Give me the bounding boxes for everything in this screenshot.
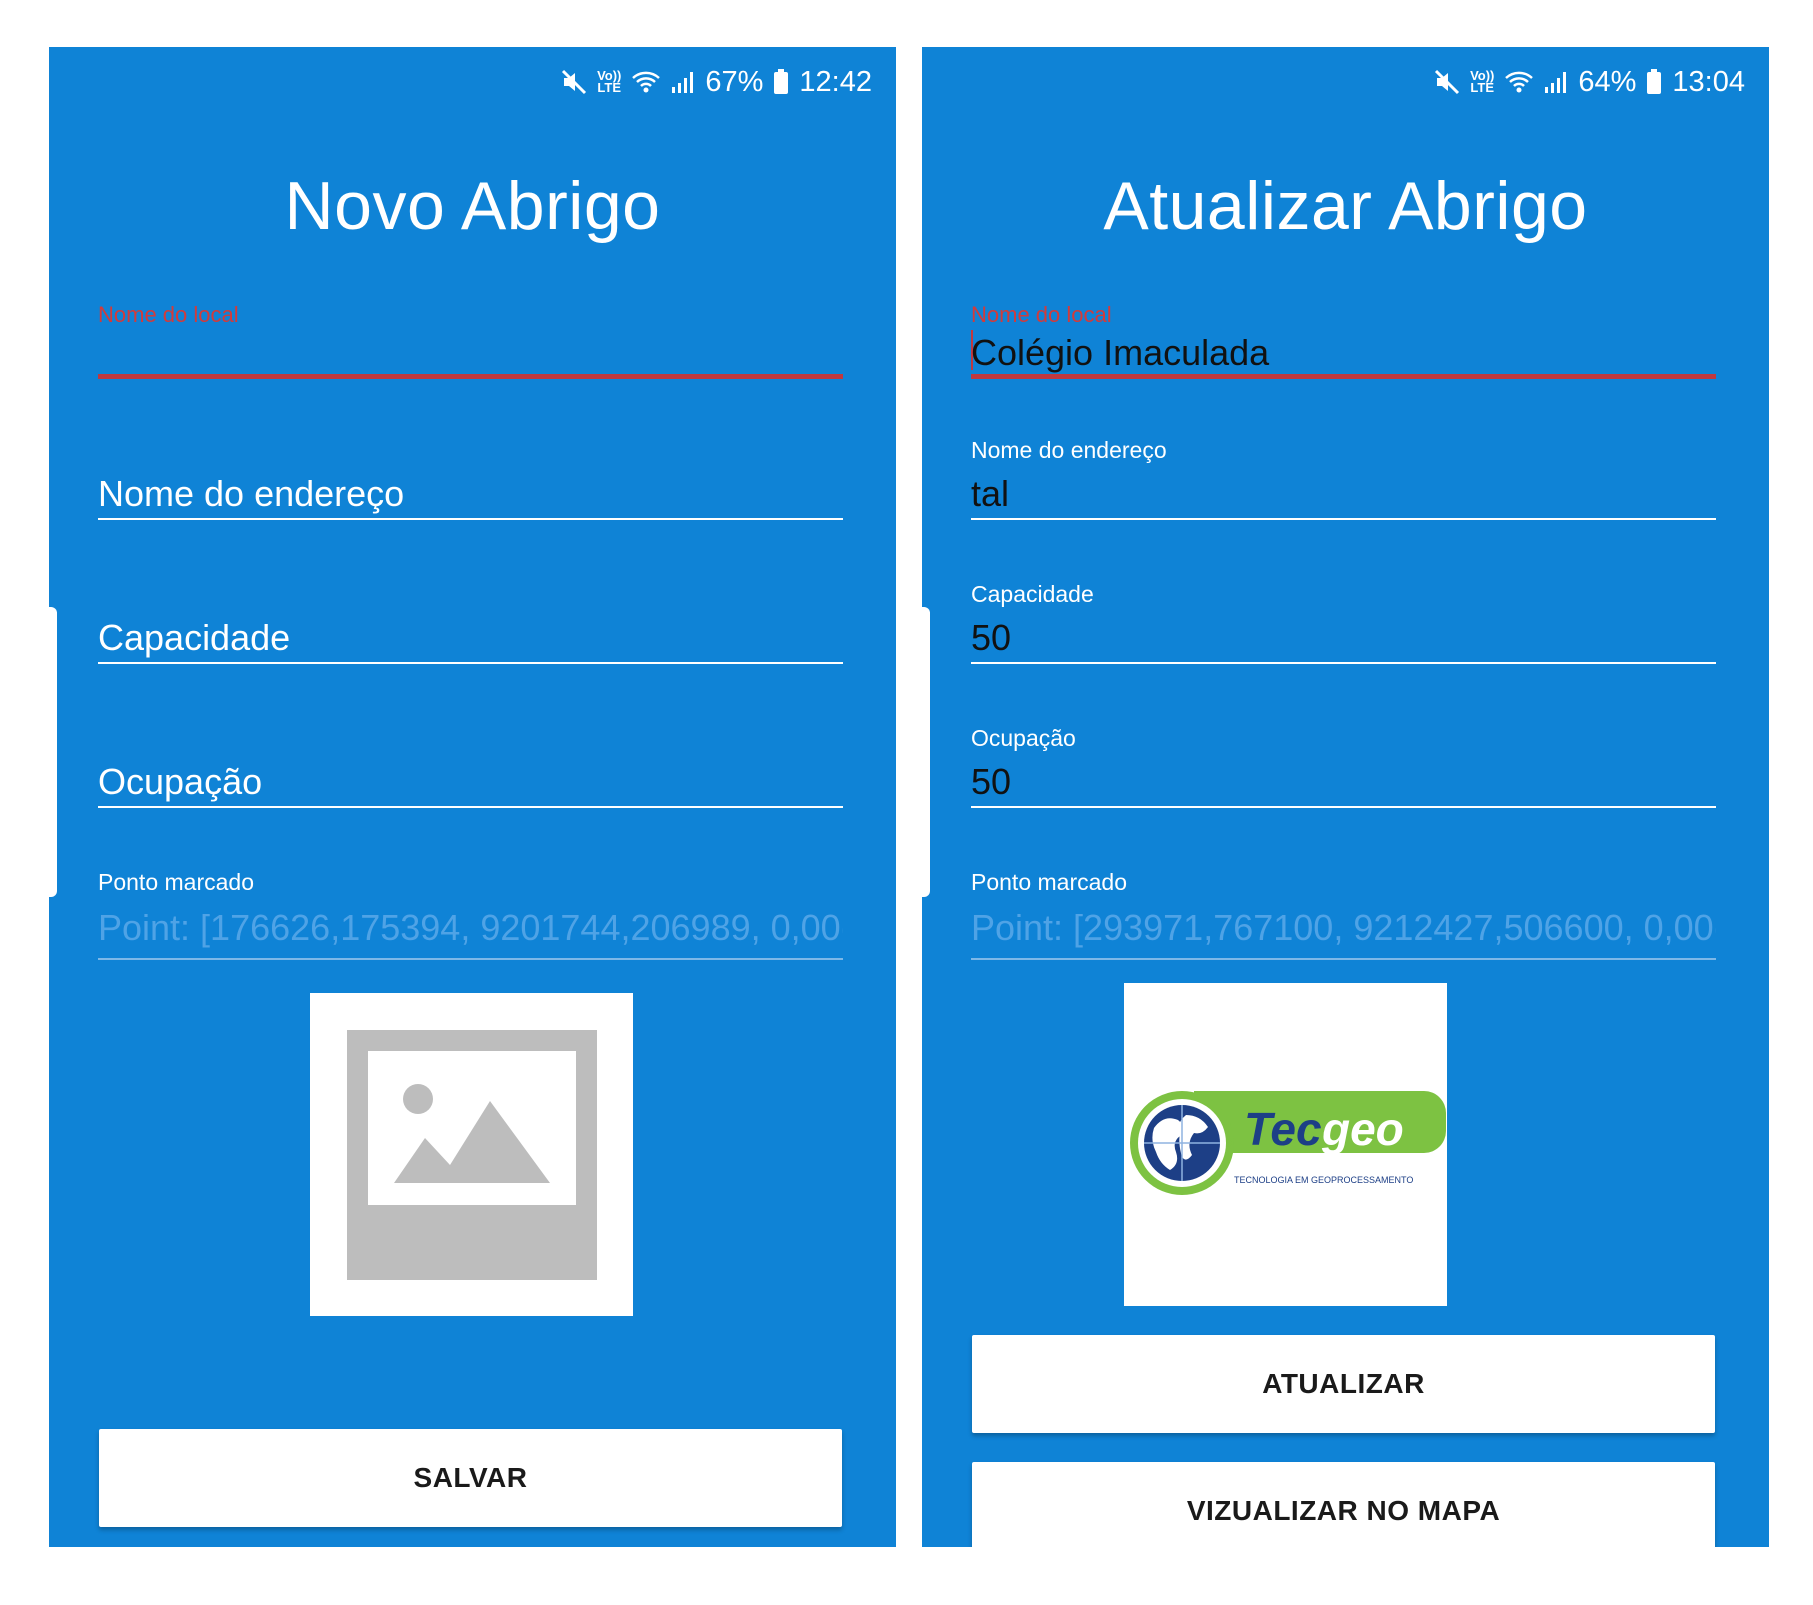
address-name-label: Nome do endereço — [971, 437, 1167, 463]
tecgeo-logo: Tec geo TECNOLOGIA EM GEOPROCESSAMENTO — [1124, 1091, 1447, 1310]
address-name-placeholder: Nome do endereço — [98, 473, 405, 514]
clock: 13:04 — [1672, 65, 1745, 98]
address-name-input[interactable]: Nome do endereço tal — [971, 437, 1716, 522]
battery-icon — [1646, 69, 1662, 95]
occupancy-underline — [971, 806, 1716, 808]
shelter-photo[interactable]: Tec geo TECNOLOGIA EM GEOPROCESSAMENTO — [1124, 983, 1447, 1306]
place-name-label: Nome do local — [971, 302, 1112, 327]
clock: 12:42 — [799, 65, 872, 98]
capacity-underline — [971, 662, 1716, 664]
capacity-input[interactable]: Capacidade 50 — [971, 581, 1716, 666]
occupancy-input[interactable]: Ocupação — [98, 735, 843, 810]
page-title: Novo Abrigo — [284, 168, 661, 244]
mute-icon — [561, 69, 587, 95]
marked-point-underline — [971, 958, 1716, 960]
svg-text:TECNOLOGIA EM GEOPROCESSAMENTO: TECNOLOGIA EM GEOPROCESSAMENTO — [1234, 1175, 1413, 1185]
marked-point-value: Point: [176626,175394, 9201744,206989, 0… — [98, 907, 843, 948]
occupancy-placeholder: Ocupação — [98, 761, 263, 802]
side-edge-handle[interactable] — [49, 607, 57, 897]
battery-percent: 67% — [705, 65, 764, 98]
wifi-icon — [1504, 70, 1534, 94]
save-button[interactable]: SALVAR — [99, 1429, 842, 1527]
view-on-map-button[interactable]: VIZUALIZAR NO MAPA — [972, 1462, 1715, 1547]
capacity-value: 50 — [971, 617, 1012, 658]
status-bar: Vo)) LTE 64% 13:04 — [1434, 57, 1745, 107]
side-edge-handle[interactable] — [922, 607, 930, 897]
occupancy-input[interactable]: Ocupação 50 — [971, 725, 1716, 810]
place-name-underline — [98, 374, 843, 379]
mute-icon — [1434, 69, 1460, 95]
marked-point-field[interactable]: Ponto marcado Point: [176626,175394, 920… — [98, 869, 843, 964]
place-name-underline — [971, 374, 1716, 379]
signal-icon — [1544, 70, 1568, 94]
update-shelter-screen: Vo)) LTE 64% 13:04 Atualizar Abrigo Nome … — [922, 47, 1769, 1547]
status-bar: Vo)) LTE 67% 12:42 — [561, 57, 872, 107]
new-shelter-screen: Vo)) LTE 67% 12:42 Novo Abrigo Nome do lo… — [49, 47, 896, 1547]
place-name-field[interactable]: Nome do local — [98, 292, 843, 382]
battery-icon — [773, 69, 789, 95]
marked-point-field[interactable]: Ponto marcado Point: [293971,767100, 921… — [971, 869, 1716, 964]
svg-text:Tec: Tec — [1244, 1103, 1322, 1155]
occupancy-underline — [98, 806, 843, 808]
wifi-icon — [631, 70, 661, 94]
battery-percent: 64% — [1578, 65, 1637, 98]
volte-icon: Vo)) LTE — [597, 68, 622, 95]
occupancy-value: 50 — [971, 761, 1012, 802]
image-placeholder-icon — [310, 1030, 633, 1320]
address-name-value: tal — [971, 473, 1010, 514]
place-name-value: Colégio Imaculada — [971, 332, 1270, 373]
marked-point-label: Ponto marcado — [971, 869, 1127, 895]
address-name-input[interactable]: Nome do endereço — [98, 447, 843, 522]
capacity-label: Capacidade — [971, 581, 1094, 607]
capacity-underline — [98, 662, 843, 664]
page-title: Atualizar Abrigo — [1103, 168, 1588, 244]
update-button[interactable]: ATUALIZAR — [972, 1335, 1715, 1433]
address-name-underline — [98, 518, 843, 520]
occupancy-label: Ocupação — [971, 725, 1076, 751]
marked-point-value: Point: [293971,767100, 9212427,506600, 0… — [971, 907, 1716, 948]
photo-picker[interactable] — [310, 993, 633, 1316]
capacity-placeholder: Capacidade — [98, 617, 291, 658]
marked-point-underline — [98, 958, 843, 960]
place-name-label: Nome do local — [98, 302, 239, 327]
svg-text:geo: geo — [1321, 1103, 1404, 1155]
volte-icon: Vo)) LTE — [1470, 68, 1495, 95]
place-name-input[interactable]: Nome do local Colégio Imaculada — [971, 292, 1716, 382]
capacity-input[interactable]: Capacidade — [98, 591, 843, 666]
address-name-underline — [971, 518, 1716, 520]
signal-icon — [671, 70, 695, 94]
marked-point-label: Ponto marcado — [98, 869, 254, 895]
